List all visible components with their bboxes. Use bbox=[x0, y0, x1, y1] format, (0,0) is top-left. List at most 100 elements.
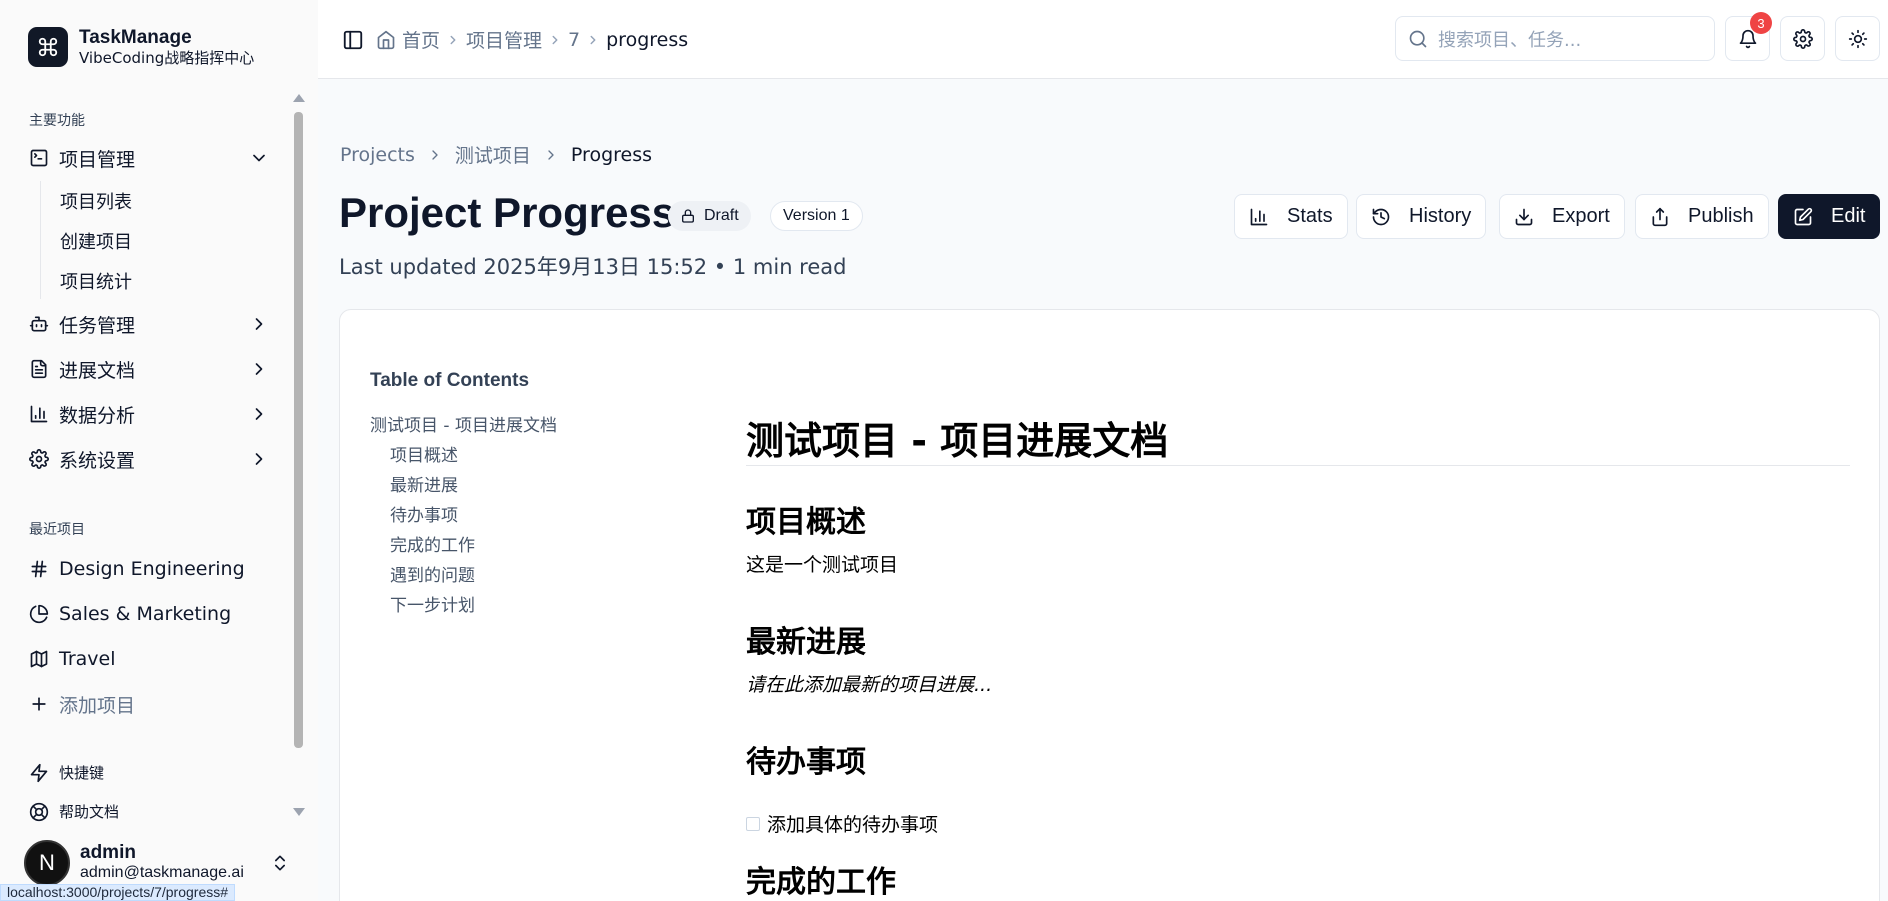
help-docs-link[interactable]: 帮助文档 bbox=[29, 801, 119, 822]
file-text-icon bbox=[29, 359, 49, 379]
section-heading-overview: 项目概述 bbox=[746, 505, 866, 540]
shortcuts-link[interactable]: 快捷键 bbox=[29, 762, 104, 783]
chevron-right-icon bbox=[427, 147, 443, 163]
sidebar-subitem-project-stats[interactable]: 项目统计 bbox=[60, 268, 132, 294]
chevron-right-icon bbox=[249, 359, 269, 379]
recent-project-design-engineering[interactable]: Design Engineering bbox=[29, 551, 269, 587]
search-placeholder: 搜索项目、任务... bbox=[1438, 29, 1582, 51]
zap-icon bbox=[29, 763, 49, 783]
pencil-square-icon bbox=[1793, 207, 1813, 227]
brand-name: TaskManage bbox=[79, 27, 192, 48]
page-title: Project Progress bbox=[339, 189, 676, 236]
breadcrumb-current: progress bbox=[606, 28, 689, 51]
chevrons-up-down-icon bbox=[270, 852, 290, 874]
export-button[interactable]: Export bbox=[1499, 194, 1625, 239]
toc-link[interactable]: 项目概述 bbox=[390, 441, 458, 466]
history-button[interactable]: History bbox=[1356, 194, 1487, 239]
scroll-down-arrow-icon[interactable] bbox=[293, 808, 305, 816]
breadcrumb-projects[interactable]: Projects bbox=[340, 144, 415, 166]
main-content: Projects 测试项目 Progress Project Progress … bbox=[318, 79, 1888, 901]
user-name: admin bbox=[80, 842, 136, 863]
breadcrumb-home[interactable]: 首页 bbox=[402, 26, 440, 53]
sidebar-item-label: 进展文档 bbox=[59, 359, 136, 382]
stats-button[interactable]: Stats bbox=[1234, 194, 1348, 239]
toc-link[interactable]: 遇到的问题 bbox=[390, 561, 475, 586]
bar-chart-icon bbox=[29, 404, 49, 424]
sidebar-scroll-thumb[interactable] bbox=[294, 112, 303, 748]
sidebar-item-label: 系统设置 bbox=[59, 449, 136, 472]
document-heading: 测试项目 - 项目进展文档 bbox=[746, 419, 1169, 463]
home-icon bbox=[376, 30, 396, 50]
heading-divider bbox=[746, 465, 1850, 466]
section-heading-done: 完成的工作 bbox=[746, 865, 896, 900]
section-text-overview: 这是一个测试项目 bbox=[746, 554, 899, 576]
breadcrumb: 首页 项目管理 7 progress bbox=[342, 26, 688, 53]
sidebar-item-progress-docs[interactable]: 进展文档 bbox=[29, 351, 269, 387]
shortcuts-label: 快捷键 bbox=[59, 764, 105, 782]
hash-icon bbox=[29, 559, 49, 579]
chevron-right-icon bbox=[446, 33, 460, 47]
publish-button[interactable]: Publish bbox=[1635, 194, 1769, 239]
section-heading-progress: 最新进展 bbox=[746, 625, 866, 660]
status-bar-url: localhost:3000/projects/7/progress# bbox=[0, 884, 236, 901]
todo-checkbox[interactable] bbox=[746, 817, 760, 831]
chevron-right-icon bbox=[249, 404, 269, 424]
recent-project-label: Travel bbox=[59, 648, 116, 670]
recent-project-sales-marketing[interactable]: Sales & Marketing bbox=[29, 596, 269, 632]
chevron-right-icon bbox=[548, 33, 562, 47]
document-card: Table of Contents 测试项目 - 项目进展文档 项目概述 最新进… bbox=[339, 309, 1880, 901]
toc-link[interactable]: 最新进展 bbox=[390, 471, 458, 496]
section-label-recent: 最近项目 bbox=[29, 522, 85, 538]
recent-project-travel[interactable]: Travel bbox=[29, 641, 269, 677]
settings-button[interactable] bbox=[1780, 16, 1825, 61]
help-docs-label: 帮助文档 bbox=[59, 803, 120, 821]
sidebar-item-project-management[interactable]: 项目管理 bbox=[29, 140, 269, 176]
theme-toggle-button[interactable] bbox=[1835, 16, 1880, 61]
history-label: History bbox=[1409, 205, 1472, 227]
lock-icon bbox=[680, 208, 696, 224]
sidebar-subitem-project-list[interactable]: 项目列表 bbox=[60, 188, 132, 214]
user-menu[interactable]: N admin admin@taskmanage.ai bbox=[24, 840, 290, 886]
life-buoy-icon bbox=[29, 802, 49, 822]
sidebar-item-data-analysis[interactable]: 数据分析 bbox=[29, 396, 269, 432]
brand-subtitle: VibeCoding战略指挥中心 bbox=[79, 49, 255, 67]
chevron-right-icon bbox=[249, 314, 269, 334]
section-heading-todo: 待办事项 bbox=[746, 745, 866, 780]
toc-link[interactable]: 待办事项 bbox=[390, 501, 458, 526]
sidebar-toggle-icon[interactable] bbox=[342, 29, 364, 51]
breadcrumb-project-id[interactable]: 7 bbox=[568, 29, 580, 51]
add-project-label: 添加项目 bbox=[59, 694, 136, 717]
version-badge: Version 1 bbox=[770, 201, 863, 231]
top-bar: 首页 项目管理 7 progress 搜索项目、任务... 3 bbox=[318, 0, 1888, 79]
toc-link[interactable]: 完成的工作 bbox=[390, 531, 475, 556]
share-icon bbox=[1650, 207, 1670, 227]
chevron-right-icon bbox=[543, 147, 559, 163]
breadcrumb-test-project[interactable]: 测试项目 bbox=[455, 141, 531, 168]
recent-project-label: Sales & Marketing bbox=[59, 603, 232, 625]
search-input[interactable]: 搜索项目、任务... bbox=[1395, 16, 1715, 61]
history-icon bbox=[1371, 207, 1391, 227]
scroll-up-arrow-icon[interactable] bbox=[293, 94, 305, 102]
bar-chart-icon bbox=[1249, 207, 1269, 227]
export-label: Export bbox=[1552, 205, 1610, 227]
chevron-right-icon bbox=[249, 449, 269, 469]
terminal-icon bbox=[29, 148, 49, 168]
pie-chart-icon bbox=[29, 604, 49, 624]
sidebar-item-task-management[interactable]: 任务管理 bbox=[29, 306, 269, 342]
brand[interactable]: TaskManage VibeCoding战略指挥中心 bbox=[28, 27, 254, 67]
gear-icon bbox=[29, 449, 49, 469]
toc-link[interactable]: 下一步计划 bbox=[390, 591, 475, 616]
stats-label: Stats bbox=[1287, 205, 1333, 227]
sidebar-item-label: 数据分析 bbox=[59, 404, 136, 427]
command-icon bbox=[28, 27, 68, 67]
sidebar-item-system-settings[interactable]: 系统设置 bbox=[29, 441, 269, 477]
download-icon bbox=[1514, 207, 1534, 227]
sidebar-subitem-create-project[interactable]: 创建项目 bbox=[60, 228, 132, 254]
add-project-button[interactable]: 添加项目 bbox=[29, 686, 269, 722]
notifications-button[interactable]: 3 bbox=[1725, 12, 1772, 61]
edit-button[interactable]: Edit bbox=[1778, 194, 1881, 239]
toc-link-root[interactable]: 测试项目 - 项目进展文档 bbox=[370, 411, 557, 436]
breadcrumb-project-management[interactable]: 项目管理 bbox=[466, 26, 542, 53]
sidebar: TaskManage VibeCoding战略指挥中心 主要功能 项目管理 项目… bbox=[0, 0, 318, 901]
recent-project-label: Design Engineering bbox=[59, 558, 245, 580]
